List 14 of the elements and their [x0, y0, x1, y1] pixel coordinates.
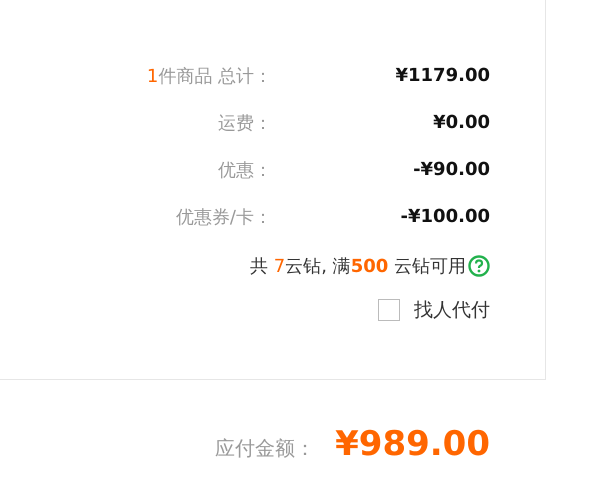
summary-value: -¥100.00 — [400, 206, 490, 227]
summary-label: 运费： — [217, 112, 272, 134]
summary-label: 1件商品 总计： — [146, 64, 272, 88]
total-amount: ¥989.00 — [335, 424, 490, 464]
help-icon[interactable] — [468, 255, 490, 277]
summary-label: 优惠： — [217, 158, 272, 182]
summary-label: 优惠券/卡： — [174, 206, 272, 228]
summary-value: ¥1179.00 — [394, 65, 490, 86]
proxy-pay-label: 找人代付 — [414, 298, 490, 323]
proxy-pay-checkbox[interactable] — [378, 299, 400, 321]
coins-info: 共 7云钻, 满500 云钻可用 — [250, 255, 466, 278]
total-label: 应付金额： — [215, 435, 316, 462]
summary-value: -¥90.00 — [412, 159, 490, 180]
summary-value: ¥0.00 — [432, 112, 490, 133]
